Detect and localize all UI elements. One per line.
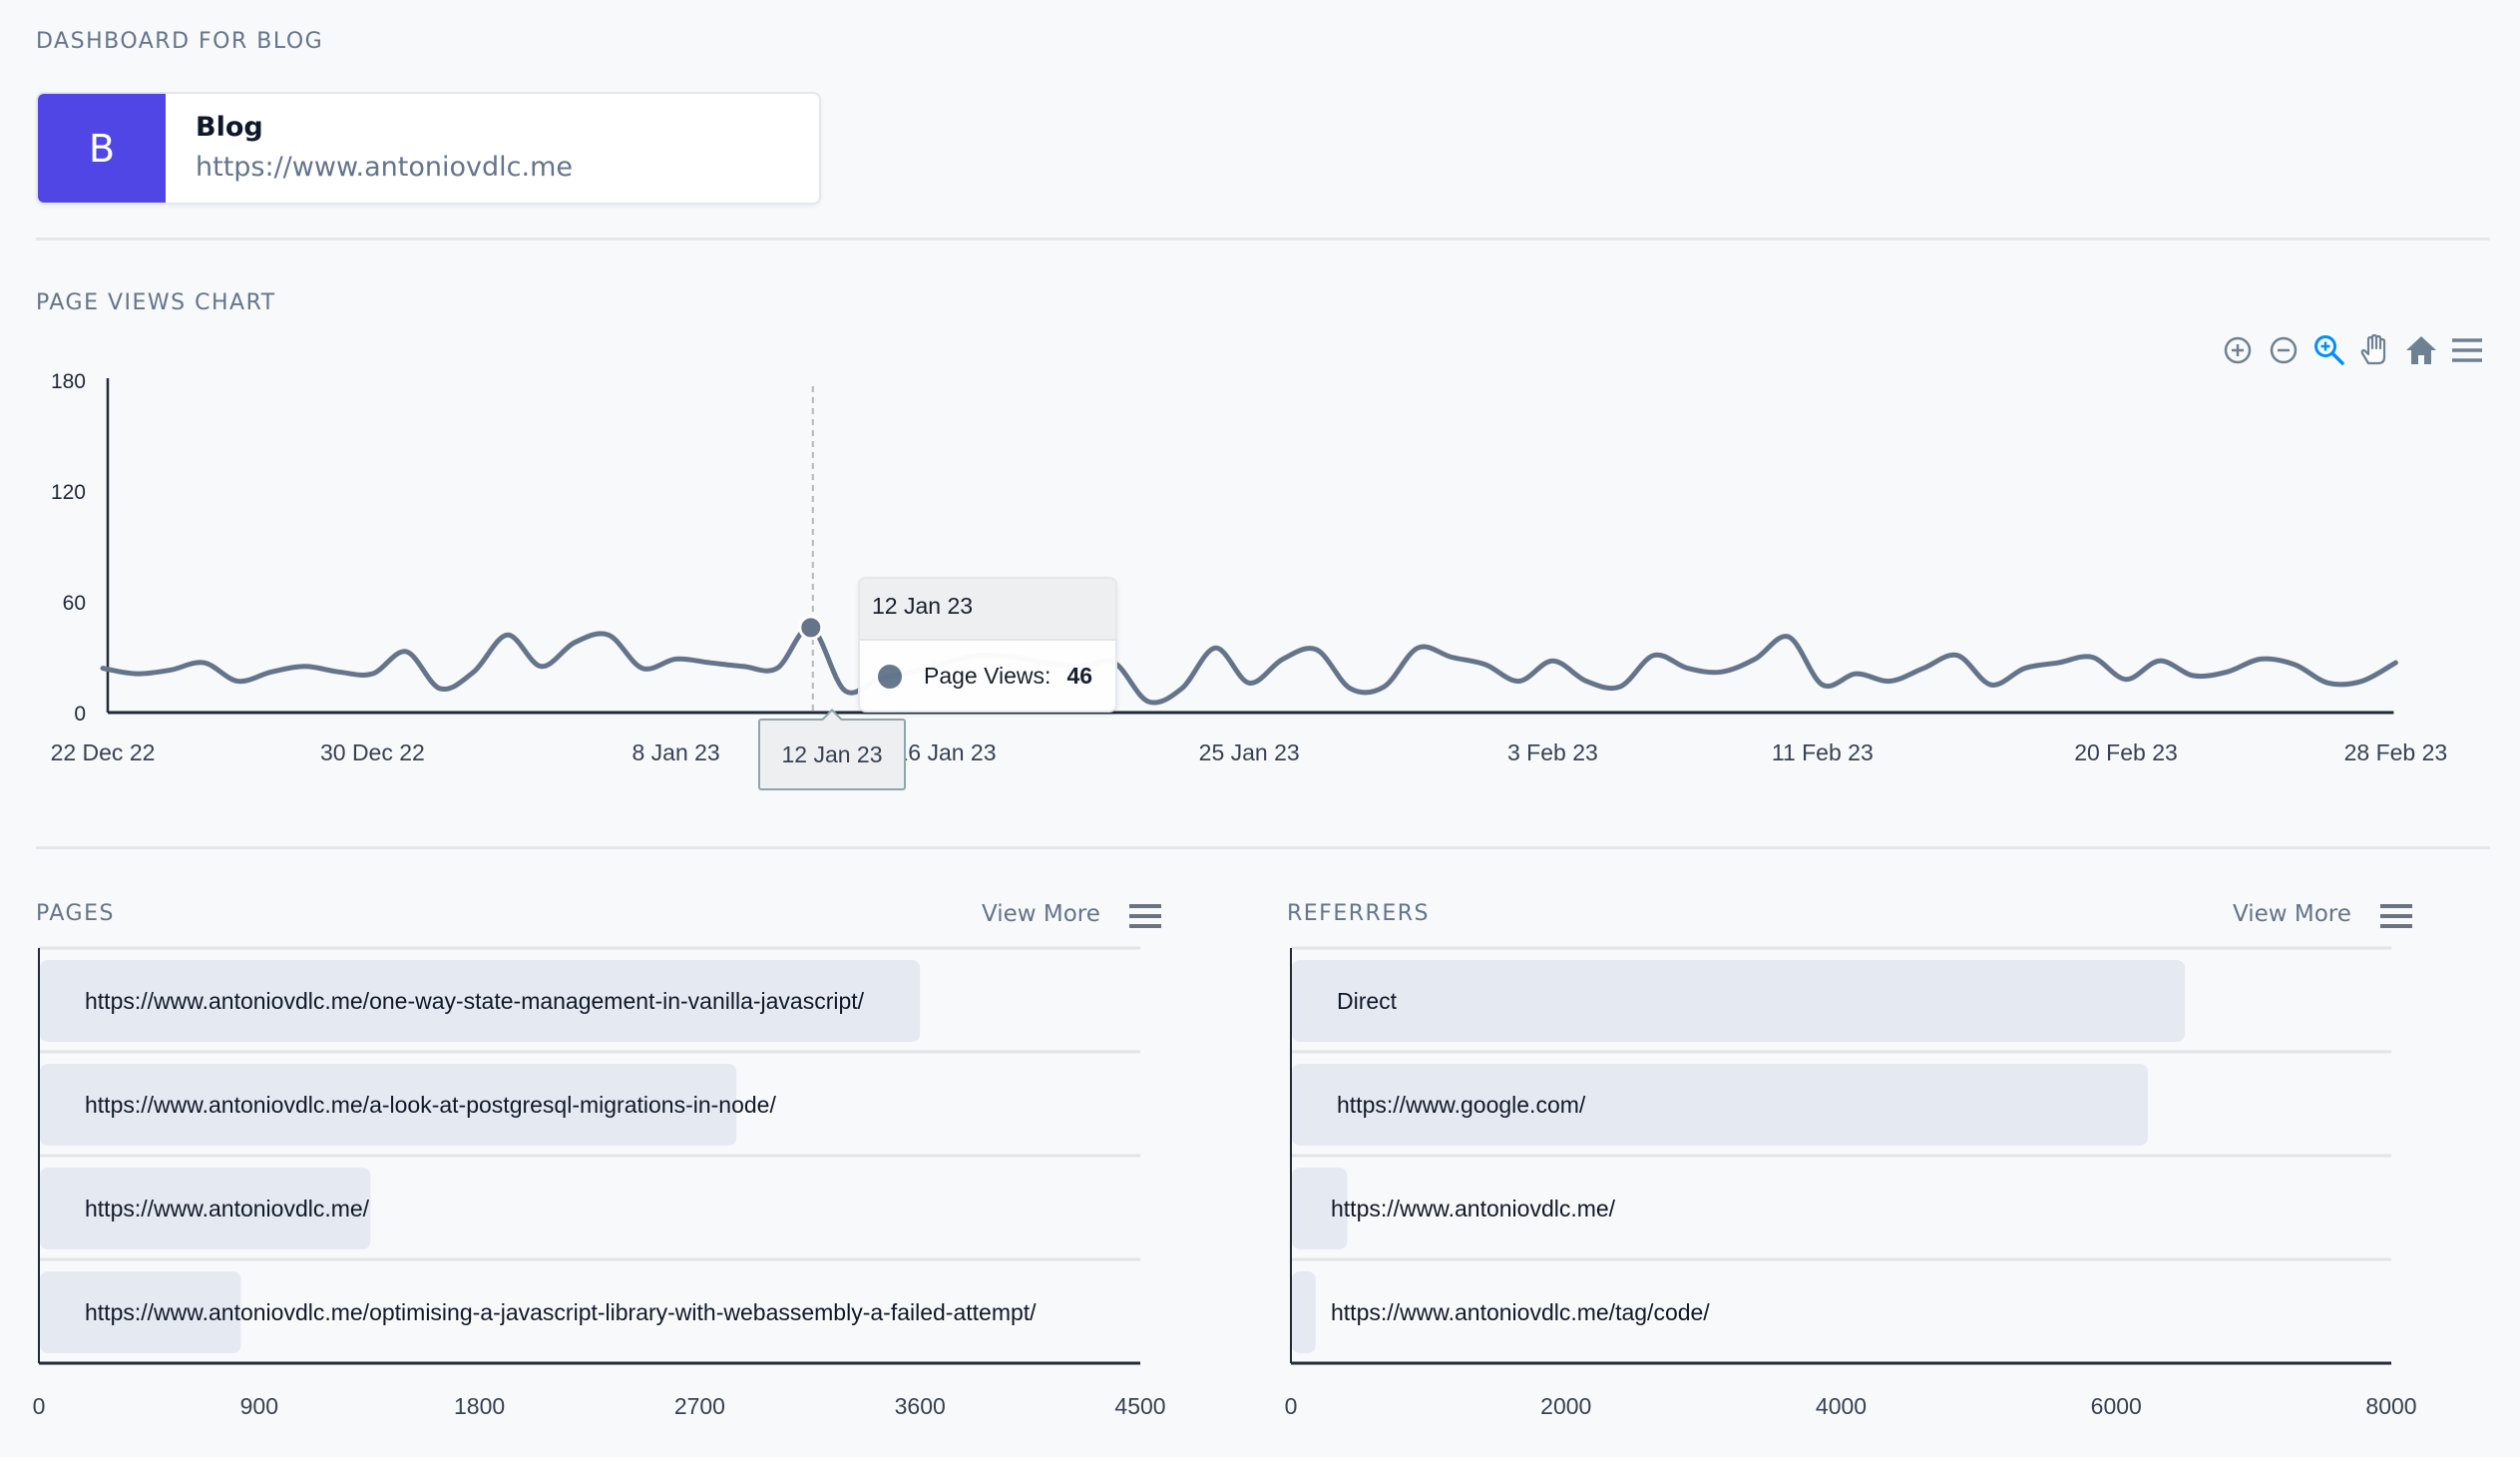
x-tick-label: 22 Dec 22	[51, 739, 156, 765]
y-tick-label: 120	[51, 481, 86, 504]
page-views-series-line	[100, 625, 2398, 706]
tooltip-date: 12 Jan 23	[860, 579, 1115, 641]
x-tick-label: 1800	[454, 1393, 505, 1419]
menu-icon-line	[2380, 924, 2412, 928]
bar[interactable]	[1292, 1271, 1316, 1353]
menu-icon-line	[1129, 914, 1161, 918]
referrers-view-more-link[interactable]: View More	[2233, 901, 2351, 927]
x-tick-label: 2000	[1540, 1393, 1591, 1419]
x-tick-label: 8 Jan 23	[631, 739, 719, 765]
page-views-line-chart[interactable]: 0 60 120 180 22 Dec 22 30 Dec 22 8 Jan 23 16 J…	[0, 0, 2520, 818]
y-tick-label: 0	[74, 703, 86, 726]
x-tick-label: 20 Feb 23	[2074, 739, 2178, 765]
pages-view-more-link[interactable]: View More	[982, 901, 1100, 927]
x-tick-label: 4500	[1114, 1393, 1165, 1419]
x-tick-label: 8000	[2365, 1393, 2416, 1419]
bar-label[interactable]: https://www.antoniovdlc.me/a-look-at-pos…	[85, 1092, 776, 1118]
x-axis-crosshair-label: 12 Jan 23	[758, 709, 906, 790]
highlighted-data-point[interactable]	[798, 615, 824, 641]
x-tick-label: 28 Feb 23	[2344, 739, 2448, 765]
x-tick-label: 0	[1285, 1393, 1298, 1419]
x-tick-label: 2700	[674, 1393, 725, 1419]
pages-title: PAGES	[36, 901, 115, 926]
bar-label[interactable]: Direct	[1337, 988, 1398, 1014]
menu-icon	[1129, 904, 1161, 908]
x-tick-label: 30 Dec 22	[320, 739, 425, 765]
bar-label[interactable]: https://www.antoniovdlc.me/tag/code/	[1331, 1299, 1710, 1325]
tooltip-body: Page Views: 46	[860, 641, 1115, 711]
menu-icon	[2380, 904, 2412, 908]
bar[interactable]	[1292, 960, 2186, 1042]
bar-label[interactable]: https://www.google.com/	[1337, 1092, 1586, 1118]
pages-menu-button[interactable]	[1129, 904, 1161, 928]
y-tick-label: 180	[51, 370, 86, 393]
x-tick-label: 3600	[895, 1393, 946, 1419]
x-tick-label: 11 Feb 23	[1772, 739, 1874, 765]
menu-icon-line	[2380, 914, 2412, 918]
referrers-bar-chart: Direct https://www.google.com/https://www…	[1285, 946, 2417, 1419]
referrers-title: REFERRERS	[1287, 901, 1430, 926]
x-tick-label: 16 Jan 23	[895, 739, 996, 765]
x-tick-label: 25 Jan 23	[1199, 739, 1300, 765]
series-marker-icon	[878, 664, 902, 689]
x-tick-label: 900	[240, 1393, 278, 1419]
tooltip-value: 46	[1066, 663, 1093, 689]
bar-label[interactable]: https://www.antoniovdlc.me/	[85, 1196, 370, 1221]
bar-label[interactable]: https://www.antoniovdlc.me/optimising-a-…	[85, 1299, 1037, 1325]
menu-icon-line	[1129, 924, 1161, 928]
x-tick-label: 4000	[1816, 1393, 1867, 1419]
y-tick-label: 60	[63, 592, 86, 615]
bar-label[interactable]: https://www.antoniovdlc.me/one-way-state…	[85, 988, 865, 1014]
divider	[36, 846, 2490, 849]
tooltip-series-label: Page Views:	[924, 663, 1051, 689]
x-tick-label: 6000	[2091, 1393, 2142, 1419]
x-tick-label: 0	[33, 1393, 46, 1419]
referrers-menu-button[interactable]	[2380, 904, 2412, 928]
pages-bar-chart: https://www.antoniovdlc.me/one-way-state…	[33, 946, 1166, 1419]
x-tick-label: 3 Feb 23	[1507, 739, 1598, 765]
chart-tooltip: 12 Jan 23 Page Views: 46	[858, 577, 1117, 713]
bar-label[interactable]: https://www.antoniovdlc.me/	[1331, 1196, 1616, 1221]
